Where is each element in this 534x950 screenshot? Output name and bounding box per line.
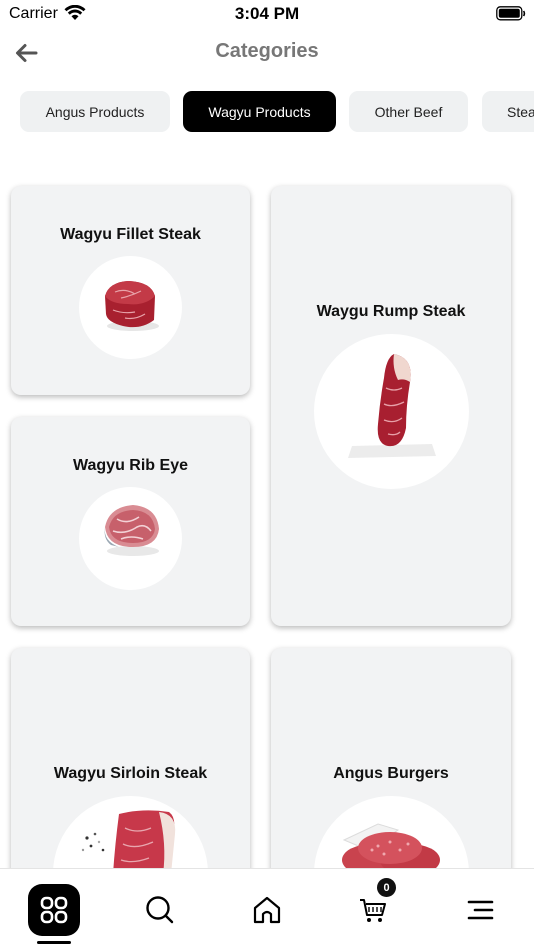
menu-icon bbox=[467, 900, 494, 920]
rump-steak-image bbox=[348, 354, 436, 458]
product-title: Wagyu Sirloin Steak bbox=[53, 765, 208, 782]
tab-label: Other Beef bbox=[374, 103, 443, 120]
nav-home[interactable] bbox=[240, 883, 294, 937]
tab-label: Wagyu Products bbox=[208, 103, 311, 120]
cart-count-badge: 0 bbox=[377, 878, 396, 897]
categories-icon bbox=[40, 896, 68, 924]
product-image-circle bbox=[79, 487, 182, 590]
tab-wagyu-products[interactable]: Wagyu Products bbox=[183, 91, 336, 132]
product-card-rump-steak[interactable]: Waygu Rump Steak bbox=[271, 186, 511, 626]
fillet-steak-image bbox=[105, 281, 159, 331]
nav-menu[interactable] bbox=[453, 883, 507, 937]
product-title: Angus Burgers bbox=[333, 765, 449, 782]
product-card-rib-eye[interactable]: Wagyu Rib Eye bbox=[11, 417, 250, 626]
active-indicator bbox=[37, 941, 71, 944]
tab-other-beef[interactable]: Other Beef bbox=[349, 91, 468, 132]
product-title: Waygu Rump Steak bbox=[316, 303, 466, 320]
sirloin-steak-image bbox=[81, 810, 176, 874]
product-card-sirloin-steak[interactable]: Wagyu Sirloin Steak bbox=[11, 648, 250, 888]
status-bar: Carrier 3:04 PM bbox=[0, 0, 534, 28]
bottom-navigation: 0 bbox=[0, 868, 534, 950]
header: Categories bbox=[0, 30, 534, 76]
nav-search[interactable] bbox=[133, 883, 187, 937]
nav-categories[interactable] bbox=[28, 884, 80, 936]
clock: 3:04 PM bbox=[234, 4, 300, 23]
product-title: Wagyu Rib Eye bbox=[73, 457, 188, 474]
page-title: Categories bbox=[215, 40, 319, 62]
product-image-circle bbox=[79, 256, 182, 359]
search-icon bbox=[146, 896, 174, 924]
rib-eye-image bbox=[104, 505, 159, 556]
battery-icon bbox=[496, 6, 526, 21]
tab-angus-products[interactable]: Angus Products bbox=[20, 91, 170, 132]
product-card-fillet-steak[interactable]: Wagyu Fillet Steak bbox=[11, 186, 250, 395]
tab-label: Angus Products bbox=[45, 103, 145, 120]
cart-icon bbox=[360, 899, 386, 922]
category-tabs: Angus Products Wagyu Products Other Beef… bbox=[0, 90, 534, 134]
product-card-angus-burgers[interactable]: Angus Burgers bbox=[271, 648, 511, 888]
product-image-circle bbox=[314, 334, 469, 489]
tab-steak[interactable]: Steak bbox=[482, 91, 534, 132]
home-icon bbox=[253, 896, 281, 924]
tab-label: Steak bbox=[507, 103, 534, 120]
product-title: Wagyu Fillet Steak bbox=[60, 226, 201, 243]
